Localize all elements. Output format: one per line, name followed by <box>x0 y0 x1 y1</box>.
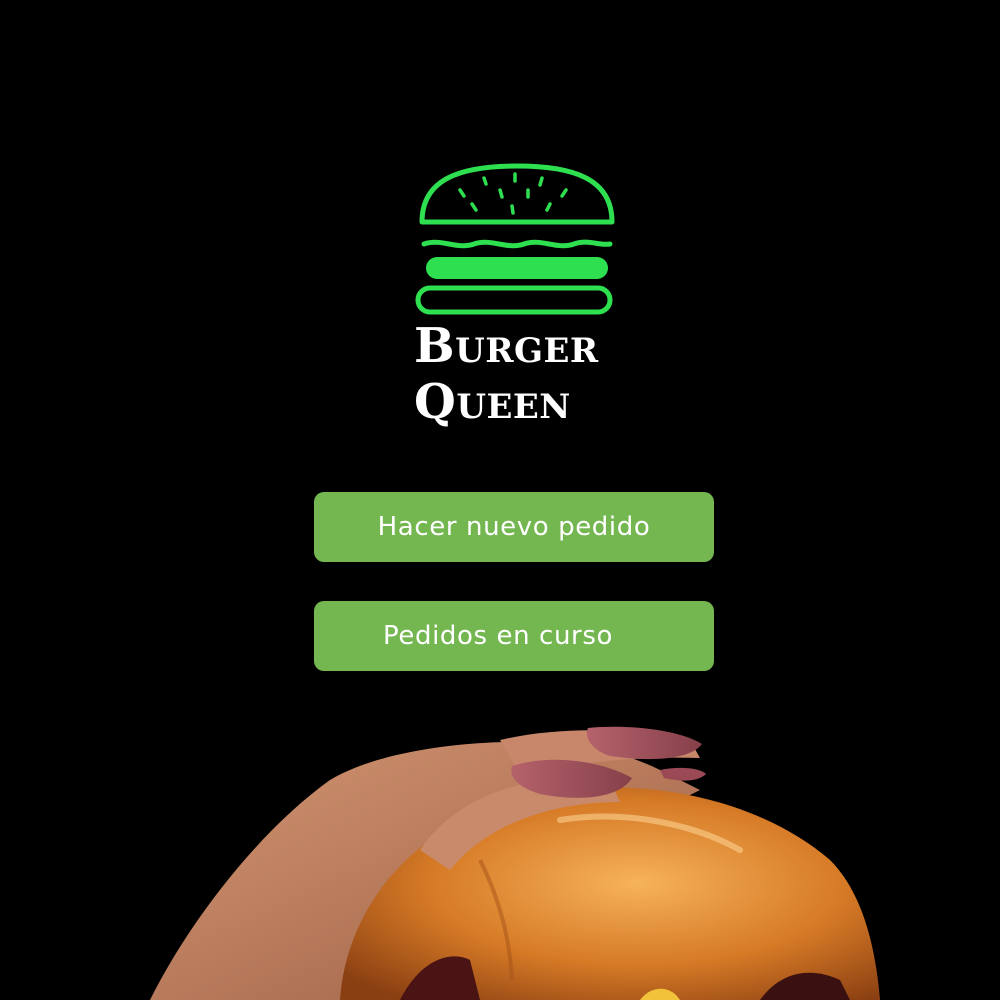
brand-name: Burger Queen <box>414 318 654 430</box>
new-order-button[interactable]: Hacer nuevo pedido <box>314 492 714 562</box>
brand-name-line2: Queen <box>414 374 571 430</box>
new-order-label: Hacer nuevo pedido <box>377 512 651 542</box>
home-screen: Burger Queen Hacer nuevo pedido Pedidos … <box>0 0 1000 1000</box>
orders-in-progress-button[interactable]: Pedidos en curso <box>314 601 714 671</box>
brand-name-line1: Burger <box>414 318 599 374</box>
orders-in-progress-label: Pedidos en curso <box>383 621 613 651</box>
burger-icon <box>415 163 615 315</box>
hand-holding-burger-image <box>150 726 880 1000</box>
